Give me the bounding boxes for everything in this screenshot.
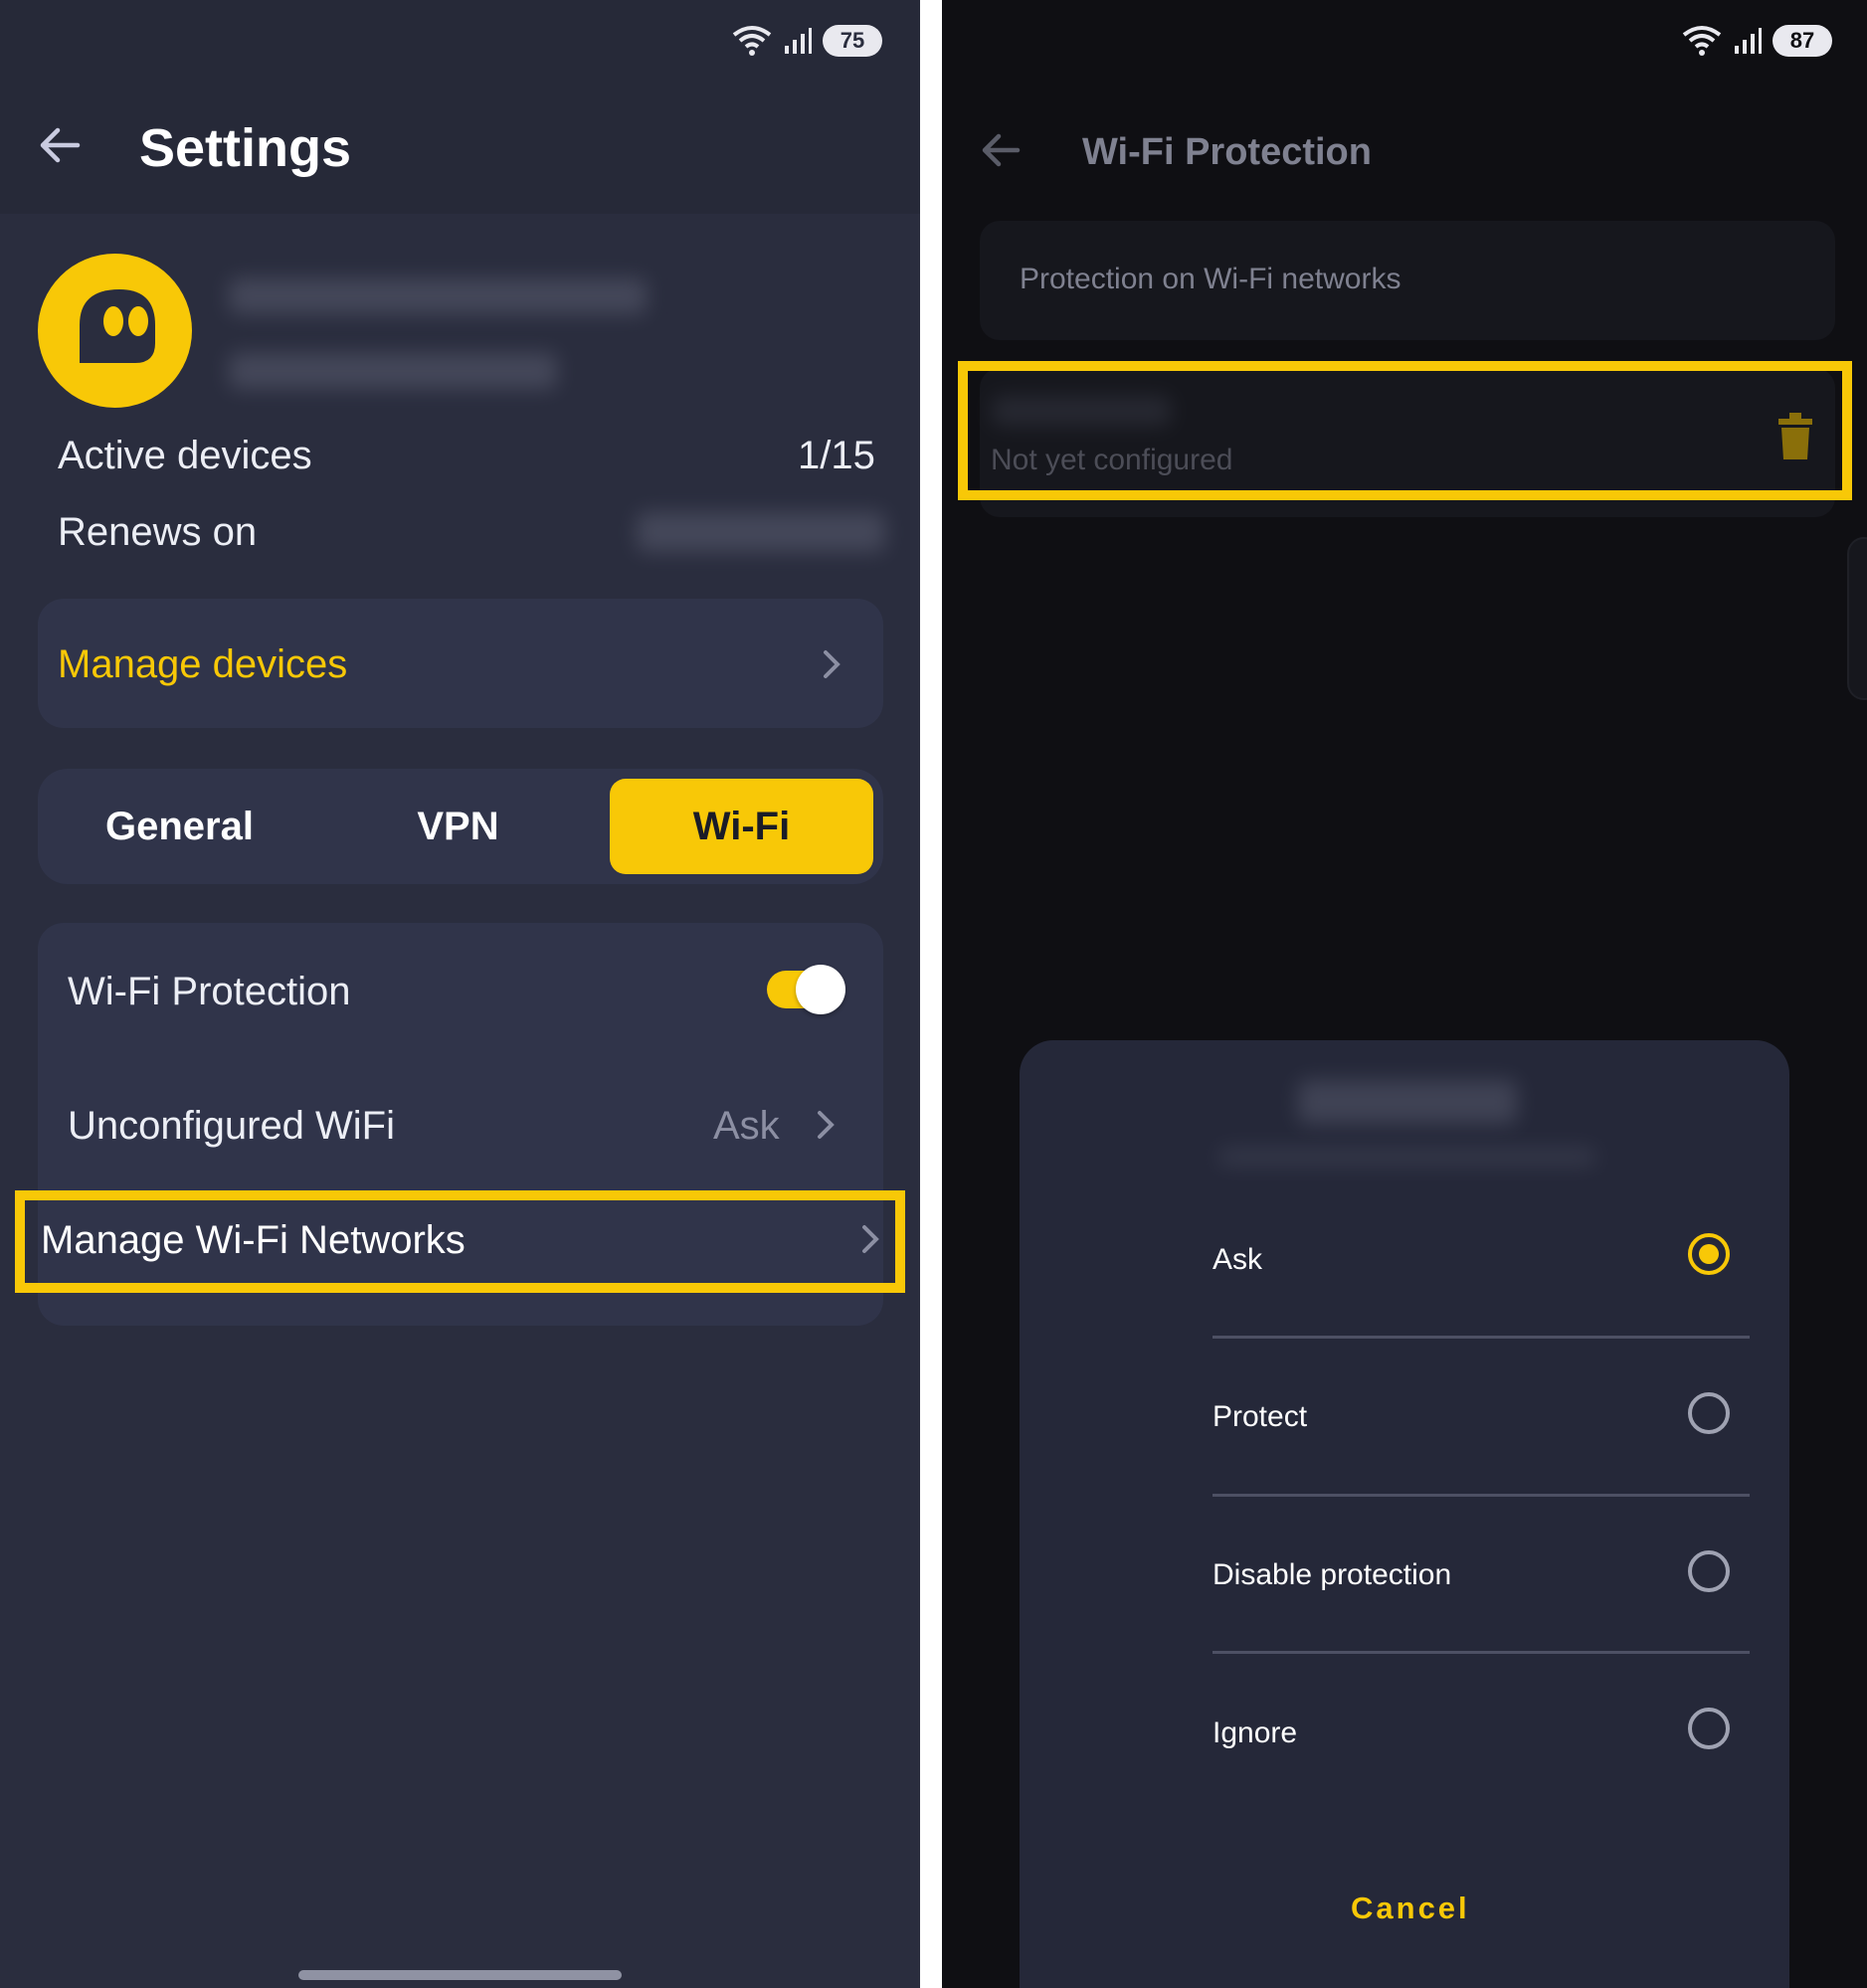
manage-devices-button[interactable]: Manage devices	[38, 599, 883, 728]
back-arrow-icon[interactable]	[980, 131, 1022, 169]
section-header-card: Protection on Wi-Fi networks	[980, 221, 1835, 340]
tab-general[interactable]: General	[48, 779, 311, 874]
option-disable-protection-label[interactable]: Disable protection	[1213, 1558, 1451, 1592]
status-bar: 87	[1681, 25, 1832, 57]
wifi-protection-screen: 87 Wi-Fi Protection Protection on Wi-Fi …	[942, 0, 1867, 1988]
network-row-highlight	[958, 361, 1852, 500]
battery-indicator: 87	[1773, 25, 1832, 57]
chevron-right-icon	[862, 1225, 879, 1253]
back-arrow-icon[interactable]	[38, 125, 82, 165]
blurred-network-subtitle	[1218, 1148, 1596, 1166]
blurred-plan	[229, 353, 557, 389]
tab-vpn[interactable]: VPN	[326, 779, 590, 874]
status-bar: 75	[731, 25, 882, 57]
blurred-email	[229, 278, 647, 314]
active-devices-label: Active devices	[58, 434, 312, 477]
blurred-network-title	[1298, 1080, 1517, 1124]
wifi-icon	[1682, 26, 1722, 56]
chevron-right-icon	[824, 650, 840, 678]
divider	[1213, 1494, 1750, 1497]
app-logo	[38, 254, 192, 408]
blurred-renew-date	[637, 512, 885, 552]
option-ask-label[interactable]: Ask	[1213, 1243, 1262, 1277]
radio-disable-protection[interactable]	[1688, 1550, 1730, 1592]
signal-icon	[1735, 28, 1762, 54]
wifi-icon	[732, 26, 772, 56]
active-devices-value: 1/15	[798, 434, 875, 477]
radio-ask[interactable]	[1688, 1233, 1730, 1275]
option-ignore-label[interactable]: Ignore	[1213, 1717, 1297, 1750]
signal-icon	[785, 28, 812, 54]
protection-dialog: Ask Protect Disable protection Ignore Ca…	[1020, 1040, 1789, 1988]
settings-tabs: General VPN Wi-Fi	[38, 769, 883, 884]
radio-ignore[interactable]	[1688, 1708, 1730, 1749]
cancel-button[interactable]: Cancel	[1351, 1891, 1470, 1926]
manage-devices-label: Manage devices	[58, 642, 348, 686]
toggle-knob[interactable]	[796, 965, 845, 1014]
settings-screen: 75 Settings Active devices 1/15 Renews o…	[0, 0, 920, 1988]
radio-protect[interactable]	[1688, 1392, 1730, 1434]
chevron-right-icon	[818, 1111, 835, 1139]
battery-indicator: 75	[823, 25, 882, 57]
option-protect-label[interactable]: Protect	[1213, 1400, 1307, 1434]
section-header: Protection on Wi-Fi networks	[1020, 263, 1401, 295]
unconfigured-wifi-value[interactable]: Ask	[713, 1104, 780, 1149]
page-title: Wi-Fi Protection	[1082, 131, 1372, 173]
manage-wifi-networks-button[interactable]: Manage Wi-Fi Networks	[41, 1218, 466, 1263]
ghost-icon	[80, 289, 155, 363]
divider	[1213, 1651, 1750, 1654]
page-title: Settings	[139, 118, 352, 178]
home-indicator	[298, 1970, 622, 1980]
renews-on-label: Renews on	[58, 510, 258, 554]
divider	[1213, 1336, 1750, 1339]
wifi-protection-label: Wi-Fi Protection	[68, 970, 351, 1013]
tab-wifi[interactable]: Wi-Fi	[610, 779, 873, 874]
unconfigured-wifi-label[interactable]: Unconfigured WiFi	[68, 1104, 395, 1149]
scroll-handle[interactable]	[1847, 537, 1867, 700]
